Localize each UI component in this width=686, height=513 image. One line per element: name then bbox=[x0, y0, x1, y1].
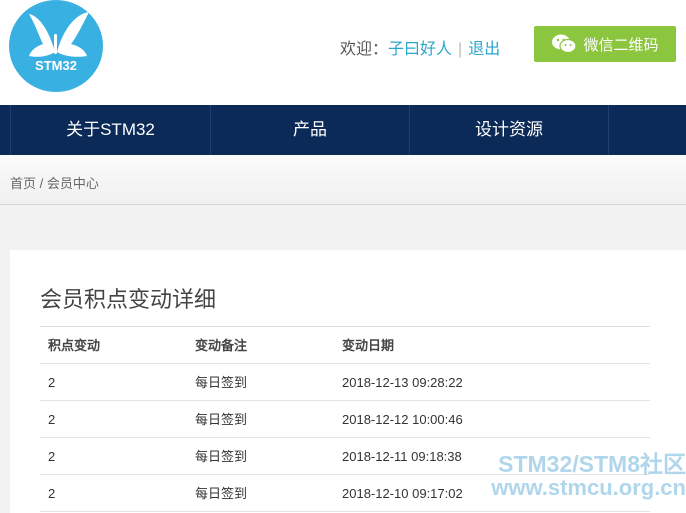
points-cell: 2 bbox=[48, 412, 56, 427]
table-row: 2 每日签到 2018-12-13 09:28:22 bbox=[40, 364, 650, 401]
points-cell: 2 bbox=[48, 449, 56, 464]
site-watermark: STM32/STM8社区 www.stmcu.org.cn bbox=[452, 452, 686, 499]
watermark-line-1: STM32/STM8社区 bbox=[498, 451, 686, 477]
nav-item-products[interactable]: 产品 bbox=[210, 105, 409, 155]
points-cell: 2 bbox=[48, 375, 56, 390]
points-cell: 2 bbox=[48, 486, 56, 501]
remark-cell: 每日签到 bbox=[195, 449, 248, 464]
breadcrumb-bar: 首页 / 会员中心 bbox=[0, 155, 686, 205]
column-header-date: 变动日期 bbox=[342, 338, 395, 353]
nav-item-design-resources[interactable]: 设计资源 bbox=[409, 105, 608, 155]
nav-item-about[interactable]: 关于STM32 bbox=[10, 105, 210, 155]
column-header-points: 积点变动 bbox=[48, 338, 101, 353]
table-row: 2 每日签到 2018-12-12 10:00:46 bbox=[40, 401, 650, 438]
page-title: 会员积点变动详细 bbox=[40, 287, 217, 312]
remark-cell: 每日签到 bbox=[195, 375, 248, 390]
nav-item-events[interactable]: 活动 bbox=[608, 105, 686, 155]
table-header-row: 积点变动 变动备注 变动日期 bbox=[40, 327, 650, 364]
wechat-label: 微信二维码 bbox=[583, 36, 659, 54]
wechat-qrcode-button[interactable]: 微信二维码 bbox=[534, 26, 676, 62]
username-link[interactable]: 子曰好人 bbox=[388, 41, 452, 58]
column-header-remark: 变动备注 bbox=[195, 338, 248, 353]
wechat-icon bbox=[552, 34, 578, 54]
stm32-logo[interactable]: STM32 bbox=[9, 0, 103, 92]
breadcrumb: 首页 / 会员中心 bbox=[10, 176, 99, 191]
divider: | bbox=[458, 41, 463, 58]
date-cell: 2018-12-11 09:18:38 bbox=[342, 449, 462, 464]
user-welcome: 欢迎：子曰好人 | 退出 bbox=[340, 35, 500, 59]
watermark-line-2: www.stmcu.org.cn bbox=[491, 475, 686, 501]
remark-cell: 每日签到 bbox=[195, 486, 248, 501]
logo-text: STM32 bbox=[35, 58, 77, 73]
date-cell: 2018-12-13 09:28:22 bbox=[342, 375, 463, 390]
remark-cell: 每日签到 bbox=[195, 412, 248, 427]
welcome-label: 欢迎： bbox=[340, 41, 389, 58]
date-cell: 2018-12-10 09:17:02 bbox=[342, 486, 463, 501]
main-nav: 关于STM32 产品 设计资源 活动 bbox=[0, 105, 686, 155]
butterfly-icon bbox=[29, 12, 89, 57]
logout-link[interactable]: 退出 bbox=[468, 41, 500, 58]
site-header: STM32 欢迎：子曰好人 | 退出 微信二维码 bbox=[0, 0, 686, 105]
date-cell: 2018-12-12 10:00:46 bbox=[342, 412, 463, 427]
